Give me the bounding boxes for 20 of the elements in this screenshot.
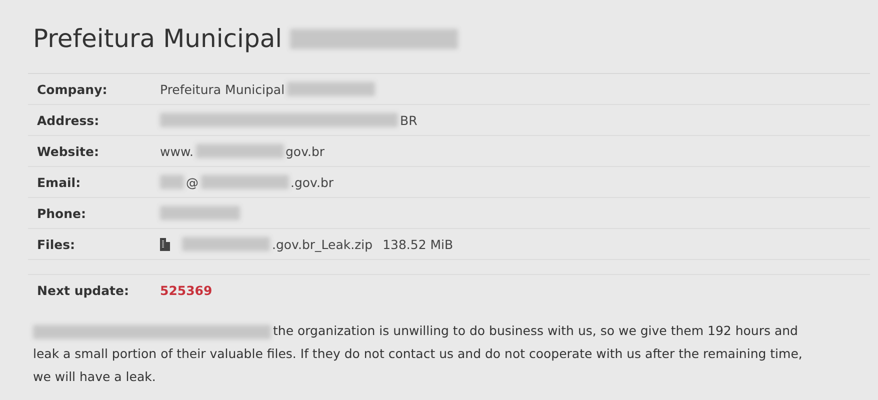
field-label: Company: — [36, 82, 108, 96]
field-label: Next update: — [36, 282, 130, 298]
file-icon — [160, 238, 170, 250]
field-label: Email: — [36, 174, 82, 190]
field-value: www. — [160, 144, 194, 158]
page-title: Prefeitura Municipal — [33, 24, 282, 53]
file-size: 138.52 MiB — [382, 236, 454, 252]
file-name: .gov.br_Leak.zip — [272, 236, 373, 252]
message-text: the organization is unwilling to do business with us, so we give them 192 hours and leak a small portion of their valuable files. If they do not contact us and do not cooperate with us after the remaining time, we will have a leak. — [33, 322, 803, 386]
field-value: Prefeitura Municipal — [160, 82, 285, 96]
field-value: @ — [186, 174, 198, 190]
field-label: Files: — [36, 236, 76, 252]
field-value: gov.br — [286, 144, 325, 158]
field-label: Address: — [36, 112, 100, 128]
countdown-value: 525369 — [160, 282, 212, 298]
field-label: Website: — [36, 144, 100, 158]
field-value: .gov.br — [290, 174, 334, 190]
field-value: BR — [400, 112, 418, 128]
redacted-text — [160, 175, 184, 189]
field-label: Phone: — [36, 206, 88, 220]
